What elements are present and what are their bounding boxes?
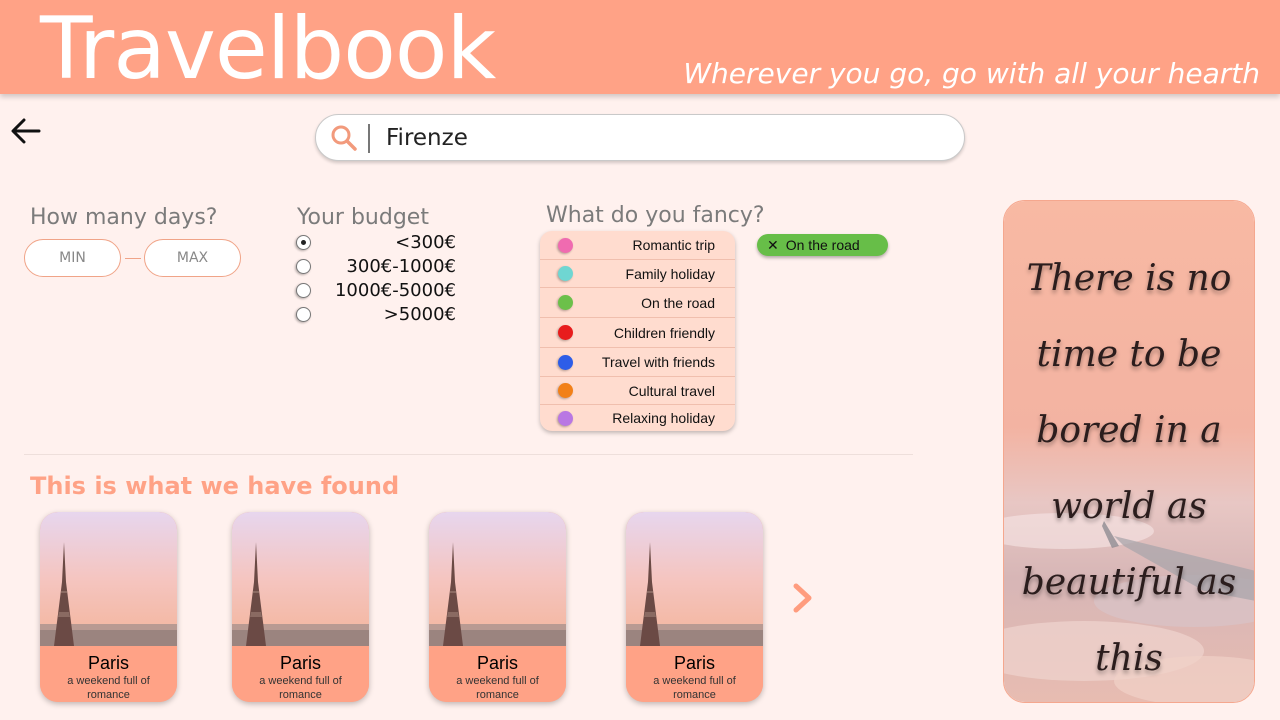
section-divider — [24, 454, 913, 455]
friends-color-dot — [558, 354, 573, 370]
selected-filter-chip[interactable]: ✕ On the road — [757, 234, 888, 256]
back-button[interactable] — [8, 113, 44, 149]
fancy-option-label: Family holiday — [625, 265, 715, 282]
card-city: Paris — [279, 653, 321, 673]
eiffel-tower-image — [40, 512, 177, 646]
fancy-option-relaxing[interactable]: Relaxing holiday — [540, 405, 735, 431]
budget-option-label: >5000€ — [383, 303, 456, 325]
quote-line: time to be — [1036, 334, 1222, 375]
fancy-option-label: Relaxing holiday — [612, 410, 715, 426]
budget-option-label: 1000€-5000€ — [334, 279, 456, 301]
card-info: Paris a weekend full of romance — [626, 646, 763, 702]
card-description: a weekend full of romance — [259, 675, 342, 701]
app-header: Travelbook Wherever you go, go with all … — [0, 0, 1280, 94]
quote-line: There is no — [1026, 258, 1232, 299]
close-icon[interactable]: ✕ — [767, 238, 779, 252]
quote-panel: There is no time to be bored in a world … — [1003, 200, 1255, 703]
fancy-option-family[interactable]: Family holiday — [540, 260, 735, 288]
road-color-dot — [558, 295, 573, 310]
card-city: Paris — [476, 653, 518, 673]
eiffel-tower-image — [232, 512, 369, 646]
max-days-input[interactable]: MAX — [144, 239, 241, 277]
budget-option-label: 300€-1000€ — [346, 255, 456, 277]
fancy-label: What do you fancy? — [546, 203, 765, 228]
quote-text: There is no time to be bored in a world … — [1004, 241, 1254, 697]
budget-label: Your budget — [297, 205, 429, 230]
budget-option[interactable]: 300€-1000€ — [296, 255, 456, 277]
card-info: Paris a weekend full of romance — [429, 646, 566, 702]
card-city: Paris — [673, 653, 715, 673]
children-color-dot — [558, 325, 573, 340]
quote-line: world as — [1051, 486, 1207, 527]
eiffel-tower-image — [626, 512, 763, 646]
search-bar[interactable] — [315, 114, 965, 161]
next-button[interactable] — [788, 581, 818, 615]
result-card[interactable]: Paris a weekend full of romance — [626, 512, 763, 702]
budget-option[interactable]: <300€ — [296, 231, 456, 253]
relaxing-color-dot — [558, 410, 573, 426]
fancy-option-label: Romantic trip — [632, 237, 715, 253]
cultural-color-dot — [558, 383, 573, 398]
chip-label: On the road — [785, 237, 860, 253]
family-color-dot — [558, 266, 573, 281]
brand-title: Travelbook — [40, 0, 496, 99]
range-dash — [125, 258, 141, 259]
quote-line: bored in a — [1036, 410, 1222, 451]
arrow-left-icon — [11, 118, 41, 144]
card-info: Paris a weekend full of romance — [232, 646, 369, 702]
search-input[interactable] — [386, 121, 946, 155]
fancy-option-romantic[interactable]: Romantic trip — [540, 231, 735, 260]
result-card[interactable]: Paris a weekend full of romance — [429, 512, 566, 702]
search-icon[interactable] — [330, 124, 358, 152]
card-city: Paris — [87, 653, 129, 673]
fancy-option-friends[interactable]: Travel with friends — [540, 348, 735, 377]
card-description: a weekend full of romance — [456, 675, 539, 701]
budget-option[interactable]: 1000€-5000€ — [296, 279, 456, 301]
results-title: This is what we have found — [30, 472, 400, 500]
fancy-option-road[interactable]: On the road — [540, 288, 735, 318]
budget-radio[interactable] — [296, 306, 311, 322]
text-cursor — [368, 124, 370, 153]
eiffel-tower-image — [429, 512, 566, 646]
card-description: a weekend full of romance — [67, 675, 150, 701]
days-label: How many days? — [30, 205, 218, 230]
fancy-option-label: Cultural travel — [628, 382, 715, 399]
quote-line: beautiful as — [1021, 562, 1237, 603]
fancy-option-label: On the road — [641, 294, 715, 311]
budget-radio[interactable] — [296, 258, 311, 274]
budget-radio[interactable] — [296, 282, 311, 298]
fancy-option-label: Travel with friends — [601, 354, 715, 370]
budget-option[interactable]: >5000€ — [296, 303, 456, 325]
fancy-option-cultural[interactable]: Cultural travel — [540, 377, 735, 405]
chevron-right-icon — [793, 583, 812, 613]
budget-option-label: <300€ — [395, 231, 456, 253]
result-card[interactable]: Paris a weekend full of romance — [232, 512, 369, 702]
result-card[interactable]: Paris a weekend full of romance — [40, 512, 177, 702]
budget-radio-selected[interactable] — [296, 234, 311, 250]
fancy-option-children[interactable]: Children friendly — [540, 318, 735, 348]
romantic-color-dot — [558, 237, 573, 253]
card-info: Paris a weekend full of romance — [40, 646, 177, 702]
fancy-option-label: Children friendly — [613, 324, 715, 341]
fancy-list: Romantic trip Family holiday On the road… — [540, 231, 735, 431]
quote-line: this — [1095, 638, 1163, 679]
min-days-input[interactable]: MIN — [24, 239, 121, 277]
tagline: Wherever you go, go with all your hearth — [683, 57, 1260, 90]
card-description: a weekend full of romance — [653, 675, 736, 701]
